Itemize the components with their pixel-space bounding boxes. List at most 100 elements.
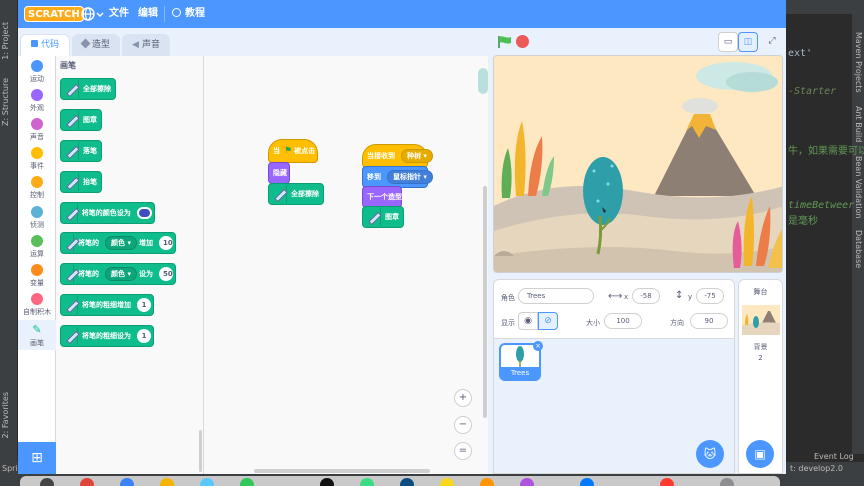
sprite-name-input[interactable]: Trees bbox=[518, 288, 594, 304]
dock-app-icon[interactable] bbox=[40, 478, 54, 486]
horizontal-scrollbar[interactable] bbox=[254, 469, 430, 473]
edit-menu[interactable]: 编辑 bbox=[138, 0, 158, 28]
block-pen-down[interactable]: 落笔 bbox=[60, 140, 102, 162]
ide-tab-maven[interactable]: Maven Projects bbox=[854, 32, 863, 93]
param-dropdown[interactable]: 颜色 ▾ bbox=[105, 236, 137, 250]
block-pen-clear[interactable]: 全部擦除 bbox=[60, 78, 116, 100]
dock-app-icon[interactable] bbox=[200, 478, 214, 486]
param-dropdown[interactable]: 颜色 ▾ bbox=[105, 267, 137, 281]
ide-tab-bean[interactable]: Bean Validation bbox=[854, 156, 863, 218]
x-arrows-icon: ⟷ bbox=[608, 291, 623, 302]
block-hide[interactable]: 隐藏 bbox=[268, 162, 290, 184]
category-events[interactable]: 事件 bbox=[18, 147, 56, 171]
event-log-button[interactable]: Event Log bbox=[814, 452, 854, 461]
menu-divider bbox=[74, 6, 75, 22]
zoom-in-icon: + bbox=[458, 392, 468, 403]
block-next-costume[interactable]: 下一个造型 bbox=[362, 186, 402, 208]
stage-canvas[interactable] bbox=[493, 55, 783, 273]
block-set-pen-param[interactable]: 将笔的 颜色 ▾ 设为 50 bbox=[60, 263, 176, 285]
dock-app-icon[interactable] bbox=[160, 478, 174, 486]
block-pen-clear-script[interactable]: 全部擦除 bbox=[268, 183, 324, 205]
stop-button[interactable] bbox=[516, 35, 529, 48]
zoom-reset-button[interactable]: = bbox=[454, 442, 472, 460]
category-variables[interactable]: 变量 bbox=[18, 264, 56, 288]
large-stage-button[interactable]: ◫ bbox=[738, 32, 758, 52]
category-my-blocks[interactable]: 自制积木 bbox=[18, 293, 56, 317]
message-dropdown[interactable]: 种树 ▾ bbox=[401, 149, 433, 163]
ide-tab-database[interactable]: Database bbox=[854, 230, 863, 268]
dock-app-icon[interactable] bbox=[240, 478, 254, 486]
tab-costumes[interactable]: 造型 bbox=[72, 34, 120, 56]
dock-app-icon[interactable] bbox=[400, 478, 414, 486]
script-area[interactable]: 当 ⚑ 被点击 隐藏 全部擦除 当接收到 种树 ▾ 移到 鼠标指针 ▾ 下一个造… bbox=[199, 56, 488, 474]
add-extension-button[interactable]: ⊞ bbox=[18, 442, 56, 474]
zoom-in-button[interactable]: + bbox=[454, 389, 472, 407]
number-input[interactable]: 50 bbox=[159, 267, 173, 281]
tab-code[interactable]: 代码 bbox=[20, 34, 70, 57]
category-operators[interactable]: 运算 bbox=[18, 235, 56, 259]
dock-app-icon[interactable] bbox=[520, 478, 534, 486]
code-line: 是毫秒 bbox=[788, 216, 818, 227]
number-input[interactable]: 1 bbox=[137, 298, 151, 312]
choose-backdrop-button[interactable]: ▣ bbox=[746, 440, 774, 468]
dock-app-icon[interactable] bbox=[580, 478, 594, 486]
delete-sprite-icon[interactable]: × bbox=[533, 341, 543, 351]
block-pen-up[interactable]: 抬笔 bbox=[60, 171, 102, 193]
x-input[interactable]: -58 bbox=[632, 288, 660, 304]
y-input[interactable]: -75 bbox=[696, 288, 724, 304]
green-flag-button[interactable] bbox=[498, 36, 512, 48]
dock-app-icon[interactable] bbox=[120, 478, 134, 486]
block-when-flag-clicked[interactable]: 当 ⚑ 被点击 bbox=[268, 139, 318, 163]
block-pen-stamp-script[interactable]: 图章 bbox=[362, 206, 404, 228]
show-hidden-button[interactable]: ⊘ bbox=[538, 312, 558, 330]
block-label: 被点击 bbox=[294, 147, 316, 155]
size-input[interactable]: 100 bbox=[604, 313, 642, 329]
y-arrows-icon: ↕ bbox=[675, 290, 684, 301]
block-change-pen-size[interactable]: 将笔的粗细增加 1 bbox=[60, 294, 154, 316]
dock-app-icon[interactable] bbox=[360, 478, 374, 486]
eye-icon: ◉ bbox=[524, 316, 532, 326]
dock-app-icon[interactable] bbox=[440, 478, 454, 486]
dock-app-icon[interactable] bbox=[80, 478, 94, 486]
tab-sounds[interactable]: ◀ 声音 bbox=[122, 34, 170, 56]
file-menu[interactable]: 文件 bbox=[109, 0, 129, 28]
git-branch[interactable]: t: develop2.0 bbox=[790, 464, 843, 473]
dock-app-icon[interactable] bbox=[720, 478, 734, 486]
fullscreen-button[interactable]: ⤢ bbox=[762, 32, 782, 52]
zoom-out-button[interactable]: − bbox=[454, 416, 472, 434]
palette-scrollbar[interactable] bbox=[199, 430, 202, 472]
block-go-to[interactable]: 移到 鼠标指针 ▾ bbox=[362, 166, 433, 188]
ide-tab-favorites[interactable]: 2: Favorites bbox=[1, 392, 10, 438]
block-set-pen-size[interactable]: 将笔的粗细设为 1 bbox=[60, 325, 154, 347]
category-sensing[interactable]: 侦测 bbox=[18, 206, 56, 230]
number-input[interactable]: 1 bbox=[137, 329, 151, 343]
category-looks[interactable]: 外观 bbox=[18, 89, 56, 113]
color-picker-swatch[interactable] bbox=[136, 207, 152, 219]
language-menu[interactable] bbox=[80, 0, 104, 28]
dock-app-icon[interactable] bbox=[320, 478, 334, 486]
block-pen-stamp[interactable]: 图章 bbox=[60, 109, 102, 131]
choose-sprite-button[interactable]: 🐱 bbox=[696, 440, 724, 468]
ide-tab-project[interactable]: 1: Project bbox=[1, 22, 10, 60]
block-when-i-receive[interactable]: 当接收到 种树 ▾ bbox=[362, 144, 433, 168]
stage-thumbnail bbox=[742, 305, 780, 335]
block-label: 将笔的 bbox=[78, 270, 100, 278]
block-change-pen-param[interactable]: 将笔的 颜色 ▾ 增加 10 bbox=[60, 232, 176, 254]
category-control[interactable]: 控制 bbox=[18, 176, 56, 200]
dock-app-icon[interactable] bbox=[660, 478, 674, 486]
tutorials-menu[interactable]: 教程 bbox=[172, 0, 205, 28]
number-input[interactable]: 10 bbox=[159, 236, 173, 250]
category-sound[interactable]: 声音 bbox=[18, 118, 56, 142]
category-motion[interactable]: 运动 bbox=[18, 60, 56, 84]
block-set-pen-color[interactable]: 将笔的颜色设为 bbox=[60, 202, 155, 224]
small-stage-button[interactable]: ▭ bbox=[718, 32, 738, 52]
dock-app-icon[interactable] bbox=[480, 478, 494, 486]
sprite-card[interactable]: × Trees bbox=[499, 341, 543, 381]
direction-input[interactable]: 90 bbox=[690, 313, 728, 329]
category-pen[interactable]: ✎ 画笔 bbox=[18, 320, 56, 350]
show-visible-button[interactable]: ◉ bbox=[518, 312, 538, 330]
vertical-scrollbar[interactable] bbox=[483, 186, 487, 418]
ide-tab-structure[interactable]: Z: Structure bbox=[1, 78, 10, 126]
target-dropdown[interactable]: 鼠标指针 ▾ bbox=[387, 170, 433, 184]
ide-tab-ant[interactable]: Ant Build bbox=[854, 106, 863, 142]
